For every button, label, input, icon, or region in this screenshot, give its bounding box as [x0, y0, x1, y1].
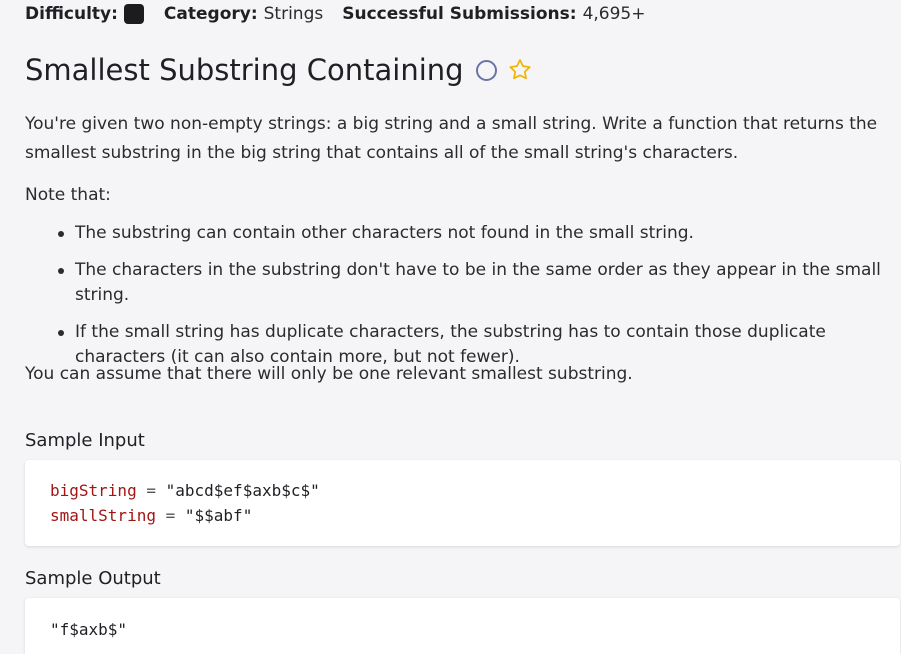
code-line: bigString = "abcd$ef$axb$c$" [50, 478, 900, 503]
title-row: Smallest Substring Containing [25, 51, 533, 89]
sample-input-heading: Sample Input [25, 430, 145, 451]
assumption-text: You can assume that there will only be o… [25, 364, 633, 384]
circle-outline-icon[interactable] [475, 59, 497, 81]
string-value: "abcd$ef$axb$c$" [165, 481, 320, 500]
submissions-label: Successful Submissions: [342, 4, 577, 24]
code-line: smallString = "$$abf" [50, 503, 900, 528]
sample-output-heading: Sample Output [25, 568, 161, 589]
list-item: The substring can contain other characte… [25, 221, 901, 246]
category-value: Strings [263, 4, 324, 24]
difficulty-label: Difficulty: [25, 4, 118, 24]
submissions-value: 4,695+ [582, 4, 646, 24]
variable-name: bigString [50, 481, 137, 500]
string-value: "$$abf" [184, 506, 253, 525]
output-value: "f$axb$" [50, 620, 128, 639]
notes-list: The substring can contain other characte… [25, 221, 901, 382]
problem-page: Difficulty: Category: Strings Successful… [0, 0, 901, 654]
operator: = [165, 506, 176, 525]
category-label: Category: [163, 4, 258, 24]
sample-output-code-block: "f$axb$" [25, 598, 900, 654]
problem-meta-bar: Difficulty: Category: Strings Successful… [25, 3, 646, 25]
variable-name: smallString [50, 506, 156, 525]
star-outline-icon[interactable] [507, 57, 533, 83]
note-intro: Note that: [25, 185, 111, 205]
problem-description: You're given two non-empty strings: a bi… [25, 114, 878, 163]
difficulty-indicator [123, 4, 144, 24]
list-item: The characters in the substring don't ha… [25, 258, 901, 308]
operator: = [146, 481, 156, 500]
sample-input-code-block: bigString = "abcd$ef$axb$c$" smallString… [25, 460, 900, 546]
problem-title: Smallest Substring Containing [25, 53, 464, 87]
